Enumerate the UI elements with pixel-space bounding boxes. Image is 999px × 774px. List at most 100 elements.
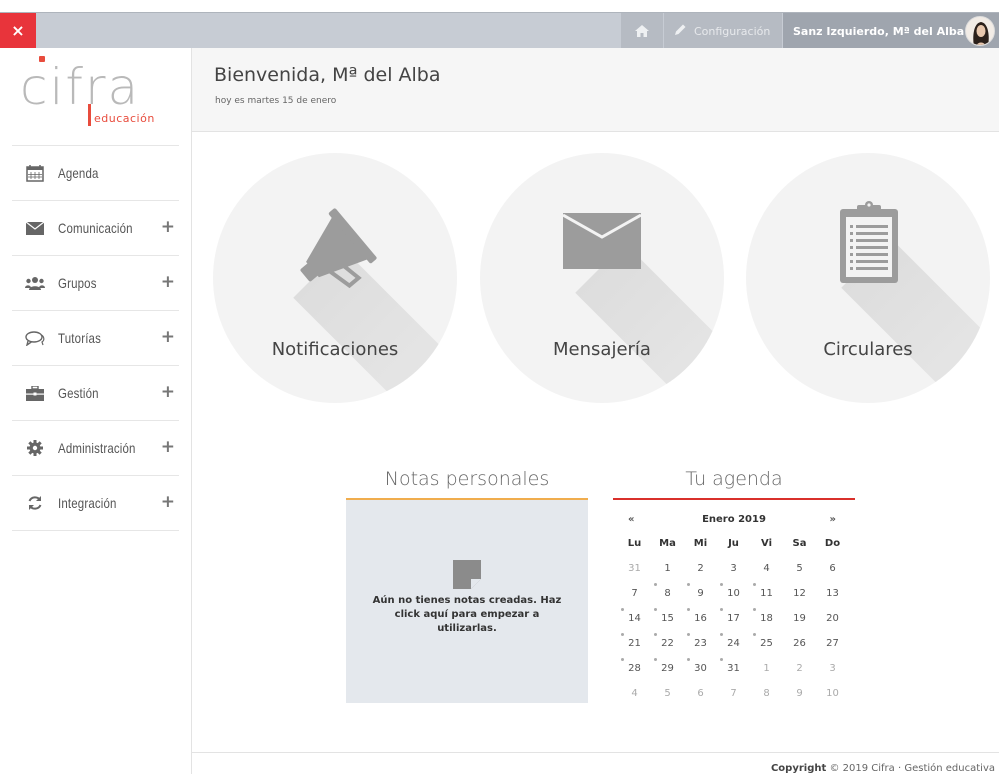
tile-notificaciones[interactable]: Notificaciones	[213, 153, 457, 403]
config-button[interactable]: Configuración	[664, 13, 782, 49]
calendar-day[interactable]: 6	[684, 681, 717, 706]
calendar-weekday: Sa	[792, 538, 807, 549]
top-bar: × Configuración Sanz Izquierdo, Mª del A…	[0, 12, 999, 49]
expand-icon[interactable]: +	[161, 494, 175, 511]
sidebar-item-gestion[interactable]: Gestión +	[12, 366, 179, 421]
home-button[interactable]	[621, 13, 663, 49]
calendar-day[interactable]: 8	[750, 681, 783, 706]
calendar-prev-button[interactable]: «	[628, 514, 634, 525]
calendar-day[interactable]: 10	[717, 581, 750, 606]
logo-bar	[88, 104, 91, 126]
calendar-grid: Lu Ma Mi Ju Vi Sa Do 31 1 2 3 4 5 6 7 8 9 10 11 12 13 14 15 16 1…	[618, 532, 850, 706]
calendar: Enero 2019 « » Lu Ma Mi Ju Vi Sa Do 31 1 2 3 4 5 6 7 8 9…	[618, 508, 850, 706]
calendar-day[interactable]: 30	[684, 656, 717, 681]
tile-label: Circulares	[823, 339, 913, 360]
expand-icon[interactable]: +	[161, 439, 175, 456]
calendar-day[interactable]: 8	[651, 581, 684, 606]
calendar-day[interactable]: 13	[816, 581, 849, 606]
users-icon	[24, 274, 46, 292]
megaphone-icon	[300, 208, 377, 289]
config-label: Configuración	[694, 24, 771, 38]
calendar-weekday: Vi	[761, 538, 772, 549]
calendar-weekday: Ju	[728, 538, 739, 549]
calendar-day[interactable]: 25	[750, 631, 783, 656]
calendar-day[interactable]: 7	[717, 681, 750, 706]
calendar-day[interactable]: 1	[750, 656, 783, 681]
page-header: Bienvenida, Mª del Alba hoy es martes 15…	[192, 48, 999, 132]
calendar-day[interactable]: 3	[816, 656, 849, 681]
user-menu[interactable]: Sanz Izquierdo, Mª del Alba ▾	[783, 13, 999, 49]
calendar-day[interactable]: 1	[651, 556, 684, 581]
calendar-day[interactable]: 7	[618, 581, 651, 606]
logo-word: cifra	[20, 58, 141, 116]
calendar-day[interactable]: 20	[816, 606, 849, 631]
footer: Copyright © 2019 Cifra · Gestión educati…	[192, 752, 999, 774]
calendar-day[interactable]: 11	[750, 581, 783, 606]
calendar-day[interactable]: 24	[717, 631, 750, 656]
sidebar-item-tutorias[interactable]: Tutorías +	[12, 311, 179, 366]
sidebar-item-grupos[interactable]: Grupos +	[12, 256, 179, 311]
sidebar-item-agenda[interactable]: Agenda	[12, 146, 179, 201]
calendar-day[interactable]: 31	[618, 556, 651, 581]
agenda-divider	[613, 498, 855, 500]
calendar-next-button[interactable]: »	[830, 514, 836, 525]
calendar-day[interactable]: 26	[783, 631, 816, 656]
tile-label: Mensajería	[553, 339, 651, 360]
calendar-day[interactable]: 27	[816, 631, 849, 656]
sidebar-item-label: Tutorías	[58, 330, 101, 346]
home-icon	[635, 22, 649, 41]
calendar-day[interactable]: 15	[651, 606, 684, 631]
calendar-day[interactable]: 23	[684, 631, 717, 656]
calendar-day[interactable]: 6	[816, 556, 849, 581]
sticky-note-icon	[453, 560, 481, 589]
tile-label: Notificaciones	[271, 339, 399, 360]
calendar-day[interactable]: 16	[684, 606, 717, 631]
tile-mensajeria[interactable]: Mensajería	[480, 153, 724, 403]
calendar-day[interactable]: 12	[783, 581, 816, 606]
expand-icon[interactable]: +	[161, 329, 175, 346]
sidebar-item-label: Comunicación	[58, 220, 133, 236]
calendar-day[interactable]: 14	[618, 606, 651, 631]
calendar-header: Enero 2019 « »	[618, 508, 850, 532]
calendar-weekday: Mi	[693, 538, 708, 549]
calendar-day[interactable]: 19	[783, 606, 816, 631]
logo[interactable]: cifra educación	[12, 48, 179, 146]
sidebar-item-administracion[interactable]: Administración +	[12, 421, 179, 476]
sidebar-item-label: Administración	[58, 440, 136, 456]
tile-circulares[interactable]: Circulares	[746, 153, 990, 403]
sidebar-item-comunicacion[interactable]: Comunicación +	[12, 201, 179, 256]
calendar-day[interactable]: 2	[783, 656, 816, 681]
expand-icon[interactable]: +	[161, 274, 175, 291]
agenda-title: Tu agenda	[685, 468, 783, 490]
calendar-day[interactable]: 21	[618, 631, 651, 656]
calendar-day[interactable]: 29	[651, 656, 684, 681]
sidebar-item-label: Agenda	[58, 165, 99, 181]
copyright-label: Copyright	[770, 763, 827, 774]
calendar-day[interactable]: 18	[750, 606, 783, 631]
calendar-day[interactable]: 17	[717, 606, 750, 631]
expand-icon[interactable]: +	[161, 384, 175, 401]
calendar-day[interactable]: 10	[816, 681, 849, 706]
calendar-day[interactable]: 4	[750, 556, 783, 581]
calendar-day[interactable]: 31	[717, 656, 750, 681]
notes-empty-text: Aún no tienes notas creadas. Haz click a…	[372, 595, 562, 634]
page-subtitle: hoy es martes 15 de enero	[215, 96, 337, 106]
sidebar-item-integracion[interactable]: Integración +	[12, 476, 179, 531]
calendar-day[interactable]: 5	[651, 681, 684, 706]
calendar-day[interactable]: 2	[684, 556, 717, 581]
calendar-day[interactable]: 4	[618, 681, 651, 706]
app-window: × Configuración Sanz Izquierdo, Mª del A…	[0, 0, 999, 774]
avatar[interactable]	[965, 16, 995, 46]
calendar-day[interactable]: 3	[717, 556, 750, 581]
calendar-day[interactable]: 9	[783, 681, 816, 706]
pencil-icon	[674, 23, 687, 39]
calendar-day[interactable]: 9	[684, 581, 717, 606]
expand-icon[interactable]: +	[161, 219, 175, 236]
calendar-day[interactable]: 5	[783, 556, 816, 581]
clipboard-icon	[840, 201, 898, 283]
envelope-icon	[24, 219, 46, 237]
notes-empty-panel[interactable]: Aún no tienes notas creadas. Haz click a…	[346, 500, 588, 703]
close-button[interactable]: ×	[0, 13, 36, 49]
calendar-day[interactable]: 22	[651, 631, 684, 656]
calendar-day[interactable]: 28	[618, 656, 651, 681]
